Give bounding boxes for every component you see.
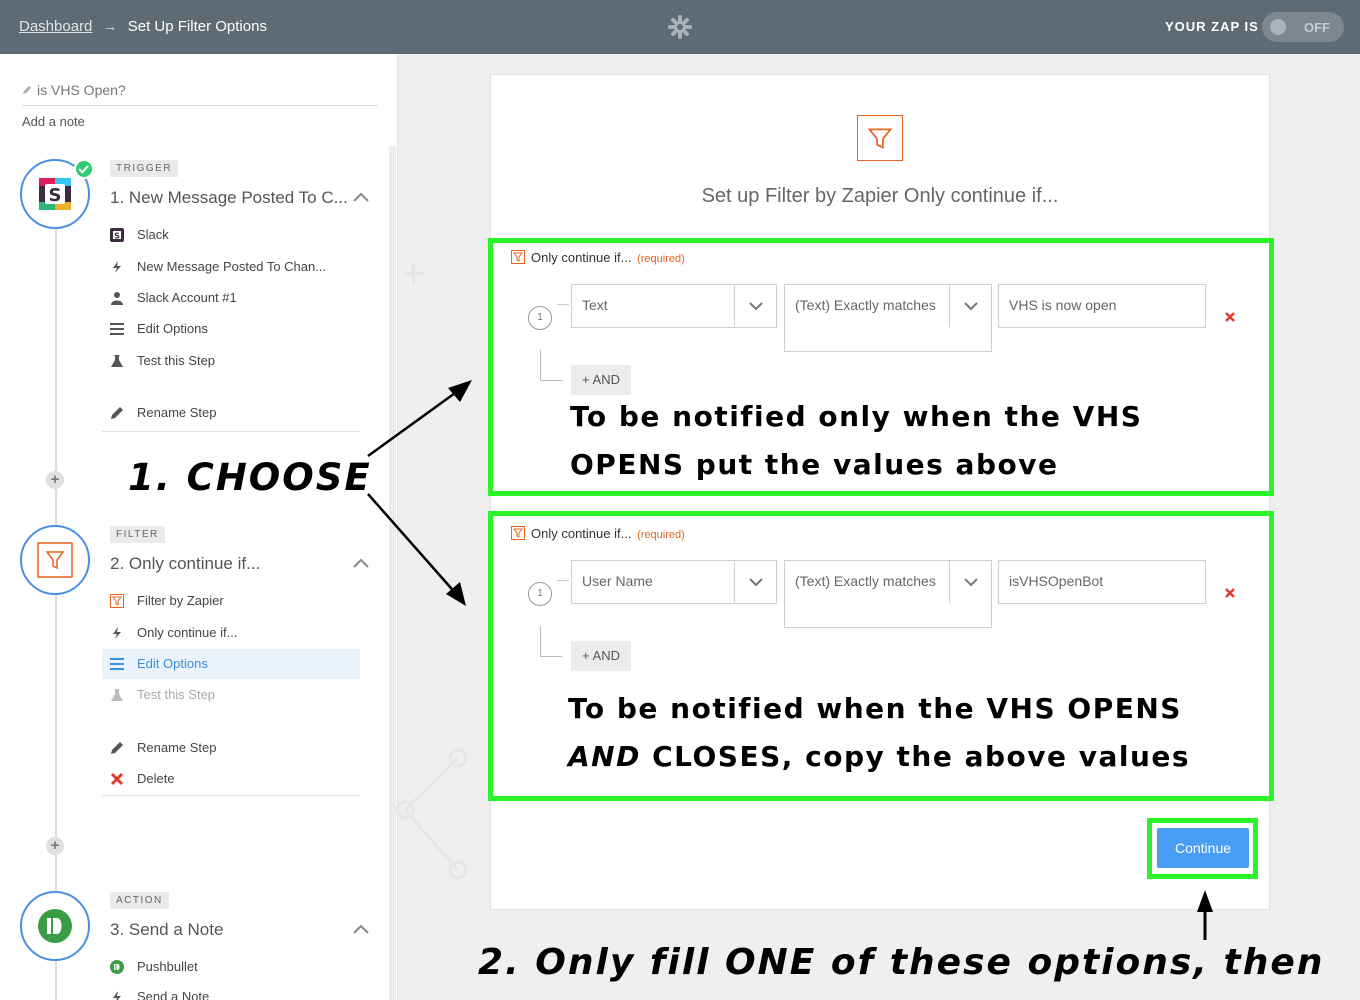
- arrowhead: [1197, 890, 1213, 912]
- arrowhead: [448, 380, 472, 402]
- arrow-to-rule-1: [367, 386, 463, 458]
- arrow-to-rule-2: [367, 493, 459, 597]
- annotation-arrows: [367, 380, 1213, 940]
